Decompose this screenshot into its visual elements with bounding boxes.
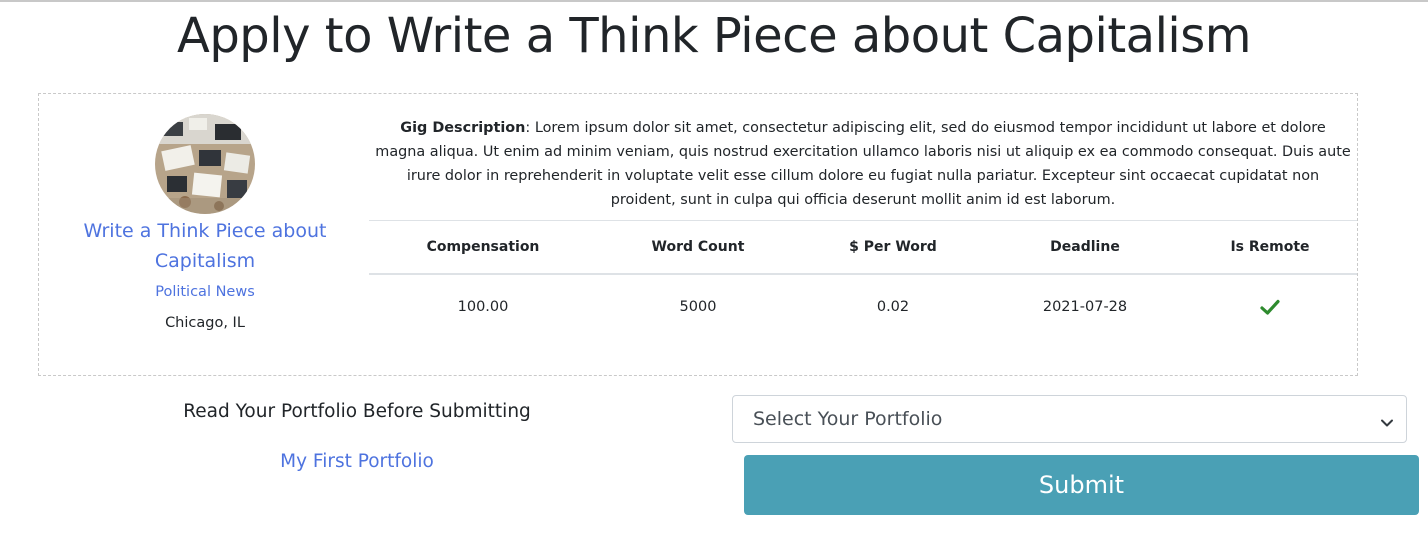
cell-compensation: 100.00: [457, 299, 509, 315]
submit-button[interactable]: Submit: [744, 455, 1419, 515]
table-header-row: Compensation Word Count $ Per Word Deadl…: [369, 220, 1357, 275]
gig-location: Chicago, IL: [165, 315, 245, 331]
cell-per-word: 0.02: [876, 299, 910, 315]
gig-card: Write a Think Piece about Capitalism Pol…: [38, 93, 1358, 376]
cell-is-remote: [1183, 274, 1357, 340]
header-deadline: Deadline: [987, 220, 1183, 275]
header-per-word: $ Per Word: [799, 220, 987, 275]
gig-summary: Write a Think Piece about Capitalism Pol…: [39, 94, 371, 375]
table-row: 100.00 5000 0.02 2021-07-28: [369, 274, 1357, 340]
check-icon: [1260, 297, 1280, 317]
gig-description-label: Gig Description: [400, 120, 526, 136]
gig-title-link[interactable]: Write a Think Piece about Capitalism: [69, 216, 341, 276]
portfolio-select[interactable]: Select Your Portfolio: [732, 395, 1407, 443]
page-title: Apply to Write a Think Piece about Capit…: [176, 8, 1252, 64]
gig-details-table: Compensation Word Count $ Per Word Deadl…: [369, 220, 1357, 340]
gig-description: Gig Description: Lorem ipsum dolor sit a…: [375, 116, 1351, 212]
cell-word-count: 5000: [679, 299, 717, 315]
portfolio-select-value: Select Your Portfolio: [753, 408, 943, 430]
chevron-down-icon: [1380, 413, 1394, 427]
header-compensation: Compensation: [369, 220, 597, 275]
gig-image: [155, 114, 255, 214]
portfolio-link[interactable]: My First Portfolio: [0, 448, 714, 476]
gig-category-link[interactable]: Political News: [39, 281, 371, 303]
header-word-count: Word Count: [597, 220, 799, 275]
header-is-remote: Is Remote: [1183, 220, 1357, 275]
cell-deadline: 2021-07-28: [1042, 299, 1128, 315]
gig-details: Gig Description: Lorem ipsum dolor sit a…: [369, 94, 1357, 375]
portfolio-hint: Read Your Portfolio Before Submitting: [183, 401, 531, 422]
